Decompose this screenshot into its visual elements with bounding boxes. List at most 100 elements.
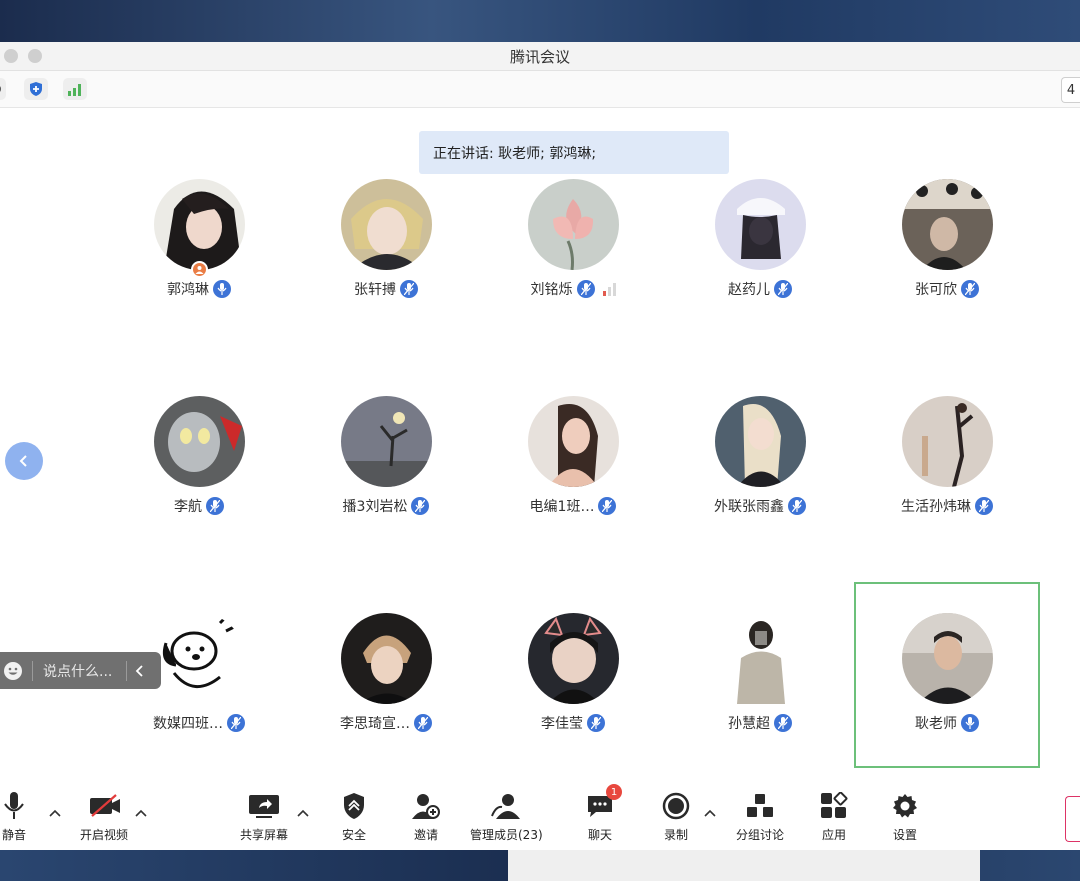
title-bar: 腾讯会议 — [0, 42, 1080, 71]
end-meeting-button[interactable] — [1065, 796, 1080, 842]
apps-button[interactable]: 应用 — [818, 790, 850, 843]
quick-chat-input[interactable]: 说点什么... — [0, 652, 161, 689]
participant-tile[interactable]: 郭鸿琳 — [109, 179, 289, 359]
network-signal-icon[interactable] — [63, 78, 87, 100]
start-video-button[interactable]: 开启视频 — [80, 790, 128, 843]
participant-name: 赵药儿 — [728, 282, 770, 298]
avatar — [341, 396, 432, 487]
speaking-indicator: 正在讲话: 耿老师; 郭鸿琳; — [419, 131, 729, 174]
avatar — [902, 613, 993, 704]
shield-icon — [344, 793, 364, 819]
share-screen-button[interactable]: 共享屏幕 — [240, 790, 288, 843]
participant-tile[interactable]: 赵药儿 — [670, 179, 850, 359]
participant-tile[interactable]: 耿老师 — [857, 613, 1037, 793]
add-user-icon — [412, 794, 440, 819]
mute-button[interactable]: 静音 — [0, 790, 30, 843]
participant-tile[interactable]: 电编1班… — [483, 396, 663, 576]
gear-icon — [893, 794, 917, 818]
host-icon — [191, 261, 208, 278]
status-bar: 4 — [0, 71, 1080, 108]
participant-name: 播3刘岩松 — [342, 499, 408, 515]
desktop-background — [0, 0, 1080, 42]
participant-name: 孙慧超 — [728, 716, 770, 732]
microphone-icon — [774, 714, 792, 732]
participant-tile[interactable]: 张可欣 — [857, 179, 1037, 359]
record-icon — [662, 792, 690, 820]
apps-icon — [821, 792, 848, 818]
weak-signal-icon — [602, 282, 616, 296]
collapse-chat-icon[interactable] — [133, 664, 147, 678]
avatar — [341, 179, 432, 270]
participant-tile[interactable]: 生活孙炜琳 — [857, 396, 1037, 576]
participant-name: 外联张雨鑫 — [714, 499, 784, 515]
gallery-count-button[interactable]: 4 — [1061, 77, 1080, 103]
emoji-icon[interactable] — [2, 660, 24, 682]
chat-placeholder: 说点什么... — [43, 663, 113, 680]
participant-tile[interactable]: 李佳莹 — [483, 613, 663, 793]
microphone-icon — [206, 497, 224, 515]
avatar — [902, 179, 993, 270]
chevron-up-icon[interactable] — [134, 806, 148, 820]
participant-tile[interactable]: 刘铭烁 — [483, 179, 663, 359]
participant-name: 刘铭烁 — [530, 282, 573, 298]
participant-tile[interactable]: 李航 — [109, 396, 289, 576]
breakout-icon — [747, 794, 773, 817]
record-button[interactable]: 录制 — [660, 790, 692, 843]
microphone-icon — [961, 280, 979, 298]
microphone-icon — [411, 497, 430, 515]
manage-members-button[interactable]: 管理成员(23) — [470, 790, 543, 843]
settings-button[interactable]: 设置 — [889, 790, 921, 843]
participant-name: 李思琦宣… — [340, 716, 410, 732]
avatar — [528, 396, 619, 487]
window-title: 腾讯会议 — [509, 48, 570, 66]
microphone-icon — [598, 497, 617, 515]
avatar — [528, 613, 619, 704]
participant-tile[interactable]: 播3刘岩松 — [296, 396, 476, 576]
participant-tile[interactable]: 外联张雨鑫 — [670, 396, 850, 576]
participant-tile[interactable]: 李思琦宣… — [296, 613, 476, 793]
microphone-icon — [975, 497, 993, 515]
participant-name: 耿老师 — [915, 716, 957, 732]
participant-name: 李佳莹 — [541, 716, 583, 732]
chevron-up-icon[interactable] — [703, 806, 717, 820]
avatar — [154, 613, 245, 704]
microphone-icon — [774, 280, 792, 298]
microphone-active-icon — [213, 280, 231, 298]
breakout-rooms-button[interactable]: 分组讨论 — [736, 790, 784, 843]
microphone-icon — [414, 714, 432, 732]
chevron-up-icon[interactable] — [296, 806, 310, 820]
share-screen-icon — [249, 795, 279, 818]
previous-page-button[interactable] — [5, 442, 43, 480]
avatar — [341, 613, 432, 704]
chat-button[interactable]: 1 聊天 — [584, 784, 622, 843]
participant-name: 张轩搏 — [354, 282, 396, 298]
participant-name: 生活孙炜琳 — [901, 499, 971, 515]
microphone-active-icon — [961, 714, 979, 732]
microphone-icon — [4, 792, 24, 819]
avatar — [154, 179, 245, 270]
shield-icon[interactable] — [24, 78, 48, 100]
meeting-toolbar: 静音 开启视频 共享屏幕 安全 邀请 管理成员(23) 1 聊天 录制 分组讨论… — [0, 784, 1080, 850]
avatar — [154, 396, 245, 487]
participant-name: 电编1班… — [529, 499, 595, 515]
avatar — [528, 179, 619, 270]
participant-name: 郭鸿琳 — [167, 282, 209, 298]
dock-area — [508, 850, 980, 881]
participant-tile[interactable]: 数媒四班… — [109, 613, 289, 793]
unread-badge: 1 — [606, 784, 622, 800]
avatar — [715, 613, 806, 704]
info-icon[interactable] — [0, 78, 6, 100]
microphone-icon — [576, 280, 595, 298]
chevron-up-icon[interactable] — [48, 806, 62, 820]
camera-off-icon — [90, 794, 120, 817]
participant-name: 李航 — [174, 499, 202, 515]
avatar — [715, 179, 806, 270]
security-button[interactable]: 安全 — [338, 790, 370, 843]
microphone-icon — [227, 714, 245, 732]
participant-tile[interactable]: 孙慧超 — [670, 613, 850, 793]
microphone-icon — [788, 497, 806, 515]
members-icon — [491, 794, 521, 819]
participant-name: 数媒四班… — [153, 716, 223, 732]
participant-tile[interactable]: 张轩搏 — [296, 179, 476, 359]
invite-button[interactable]: 邀请 — [410, 790, 442, 843]
